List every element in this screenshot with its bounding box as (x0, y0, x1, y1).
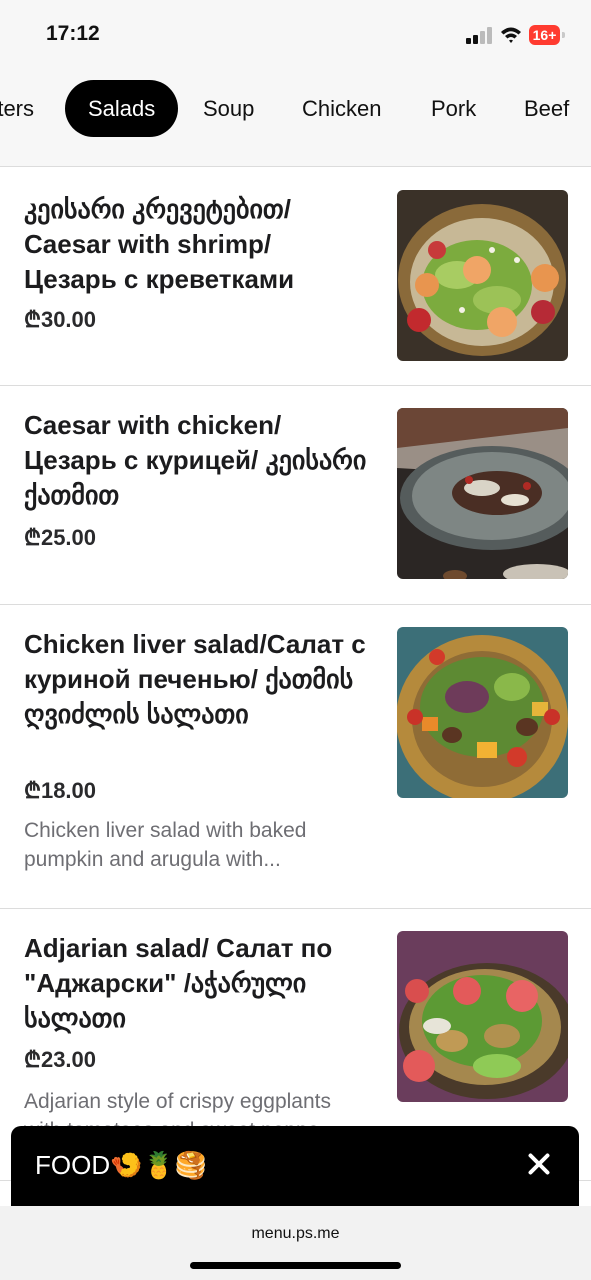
item-description: Chicken liver salad with baked pumpkin a… (24, 819, 307, 871)
item-title: კეისარი კრევეტებით/ Caesar with shrimp/ … (24, 194, 295, 294)
item-title: Adjarian salad/ Салат по "Аджарски" /აჭა… (24, 933, 333, 1033)
status-bar: 17:12 16+ (0, 0, 591, 70)
category-tabs: rters Salads Soup Chicken Pork Beef (0, 70, 591, 167)
item-price: ₾25.00 (24, 525, 97, 550)
tab-pork[interactable]: Pork (431, 80, 476, 137)
menu-item[interactable]: კეისარი კრევეტებით/ Caesar with shrimp/ … (0, 167, 591, 386)
tab-starters[interactable]: rters (0, 80, 34, 137)
item-price: ₾23.00 (24, 1047, 97, 1072)
battery-cap (562, 32, 565, 38)
battery-icon: 16+ (529, 25, 565, 45)
tab-soup[interactable]: Soup (203, 80, 254, 137)
tab-salads[interactable]: Salads (65, 80, 179, 137)
liver-salad-photo (397, 627, 568, 798)
url-text: menu.ps.me (251, 1225, 340, 1242)
status-time: 17:12 (46, 22, 100, 45)
tab-beef[interactable]: Beef (524, 80, 569, 137)
browser-url-bar[interactable]: menu.ps.me (0, 1206, 591, 1280)
tab-chicken[interactable]: Chicken (302, 80, 381, 137)
item-title: Caesar with chicken/ Цезарь с курицей/ კ… (24, 410, 367, 510)
cellular-signal-icon (466, 27, 492, 44)
item-title: Chicken liver salad/Салат с куриной пече… (24, 629, 366, 729)
item-price: ₾30.00 (24, 307, 97, 332)
food-banner-label: FOOD🍤🍍🥞 (35, 1150, 208, 1180)
caesar-shrimp-photo (397, 190, 568, 361)
adjarian-salad-photo (397, 931, 568, 1102)
battery-text: 16+ (532, 27, 557, 43)
wifi-icon (501, 27, 521, 43)
home-indicator[interactable] (190, 1262, 401, 1269)
menu-item[interactable]: Caesar with chicken/ Цезарь с курицей/ კ… (0, 386, 591, 605)
caesar-chicken-photo (397, 408, 568, 579)
menu-item[interactable]: Chicken liver salad/Салат с куриной пече… (0, 605, 591, 909)
item-price: ₾18.00 (24, 778, 97, 803)
food-banner[interactable]: FOOD🍤🍍🥞 (11, 1126, 579, 1206)
close-icon[interactable] (527, 1152, 551, 1176)
